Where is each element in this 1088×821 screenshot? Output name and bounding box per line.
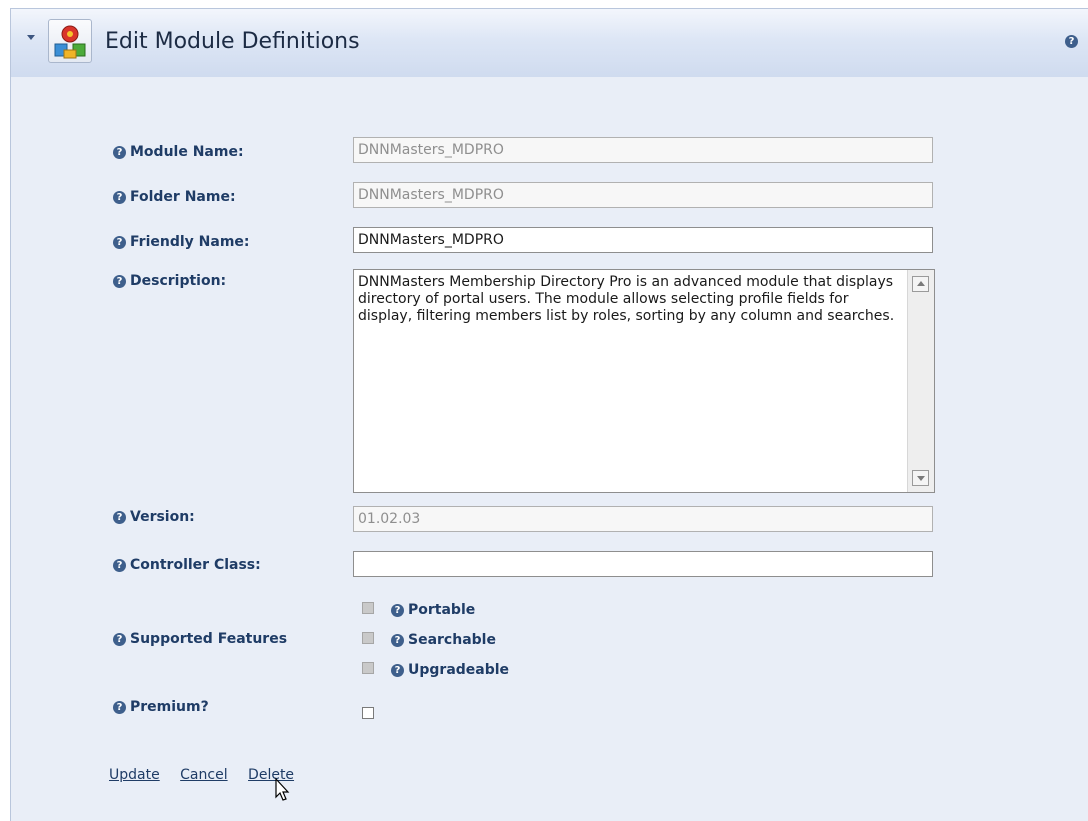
searchable-checkbox: [362, 632, 374, 644]
description-text: DNNMasters Membership Directory Pro is a…: [358, 274, 895, 324]
arrow-down-icon: [917, 476, 925, 481]
folder-name-label: ? Folder Name:: [113, 189, 236, 205]
scroll-up-button[interactable]: [912, 276, 929, 292]
help-icon[interactable]: ?: [1065, 35, 1078, 48]
folder-name-input: DNNMasters_MDPRO: [353, 182, 933, 208]
premium-label: ? Premium?: [113, 699, 209, 715]
searchable-label: ? Searchable: [391, 632, 496, 648]
version-input: 01.02.03: [353, 506, 933, 532]
arrow-up-icon: [917, 281, 925, 286]
description-scrollbar[interactable]: [907, 270, 934, 492]
help-icon[interactable]: ?: [391, 634, 404, 647]
description-textarea[interactable]: DNNMasters Membership Directory Pro is a…: [353, 269, 935, 493]
scroll-down-button[interactable]: [912, 470, 929, 486]
module-definitions-icon: [48, 19, 92, 63]
page-title: Edit Module Definitions: [105, 29, 360, 54]
title-bar: Edit Module Definitions ?: [11, 9, 1088, 77]
help-icon[interactable]: ?: [391, 604, 404, 617]
friendly-name-input[interactable]: DNNMasters_MDPRO: [353, 227, 933, 253]
version-label: ? Version:: [113, 509, 195, 525]
help-icon[interactable]: ?: [113, 146, 126, 159]
help-icon[interactable]: ?: [113, 191, 126, 204]
controller-class-input[interactable]: [353, 551, 933, 577]
triangle-down-icon[interactable]: [27, 35, 35, 40]
mouse-cursor-icon: [273, 777, 291, 807]
help-icon[interactable]: ?: [113, 511, 126, 524]
description-label: ? Description:: [113, 273, 226, 289]
cancel-link[interactable]: Cancel: [180, 767, 227, 783]
upgradeable-checkbox: [362, 662, 374, 674]
help-icon[interactable]: ?: [391, 664, 404, 677]
module-panel: Edit Module Definitions ? ? Module Name: …: [10, 8, 1088, 821]
help-icon[interactable]: ?: [113, 236, 126, 249]
portable-label: ? Portable: [391, 602, 475, 618]
premium-checkbox[interactable]: [362, 707, 374, 719]
module-name-label: ? Module Name:: [113, 144, 244, 160]
supported-features-label: ? Supported Features: [113, 631, 287, 647]
controller-class-label: ? Controller Class:: [113, 557, 261, 573]
upgradeable-label: ? Upgradeable: [391, 662, 509, 678]
portable-checkbox: [362, 602, 374, 614]
help-icon[interactable]: ?: [113, 701, 126, 714]
help-icon[interactable]: ?: [113, 633, 126, 646]
module-name-input: DNNMasters_MDPRO: [353, 137, 933, 163]
help-icon[interactable]: ?: [113, 559, 126, 572]
friendly-name-label: ? Friendly Name:: [113, 234, 250, 250]
help-icon[interactable]: ?: [113, 275, 126, 288]
update-link[interactable]: Update: [109, 767, 160, 783]
